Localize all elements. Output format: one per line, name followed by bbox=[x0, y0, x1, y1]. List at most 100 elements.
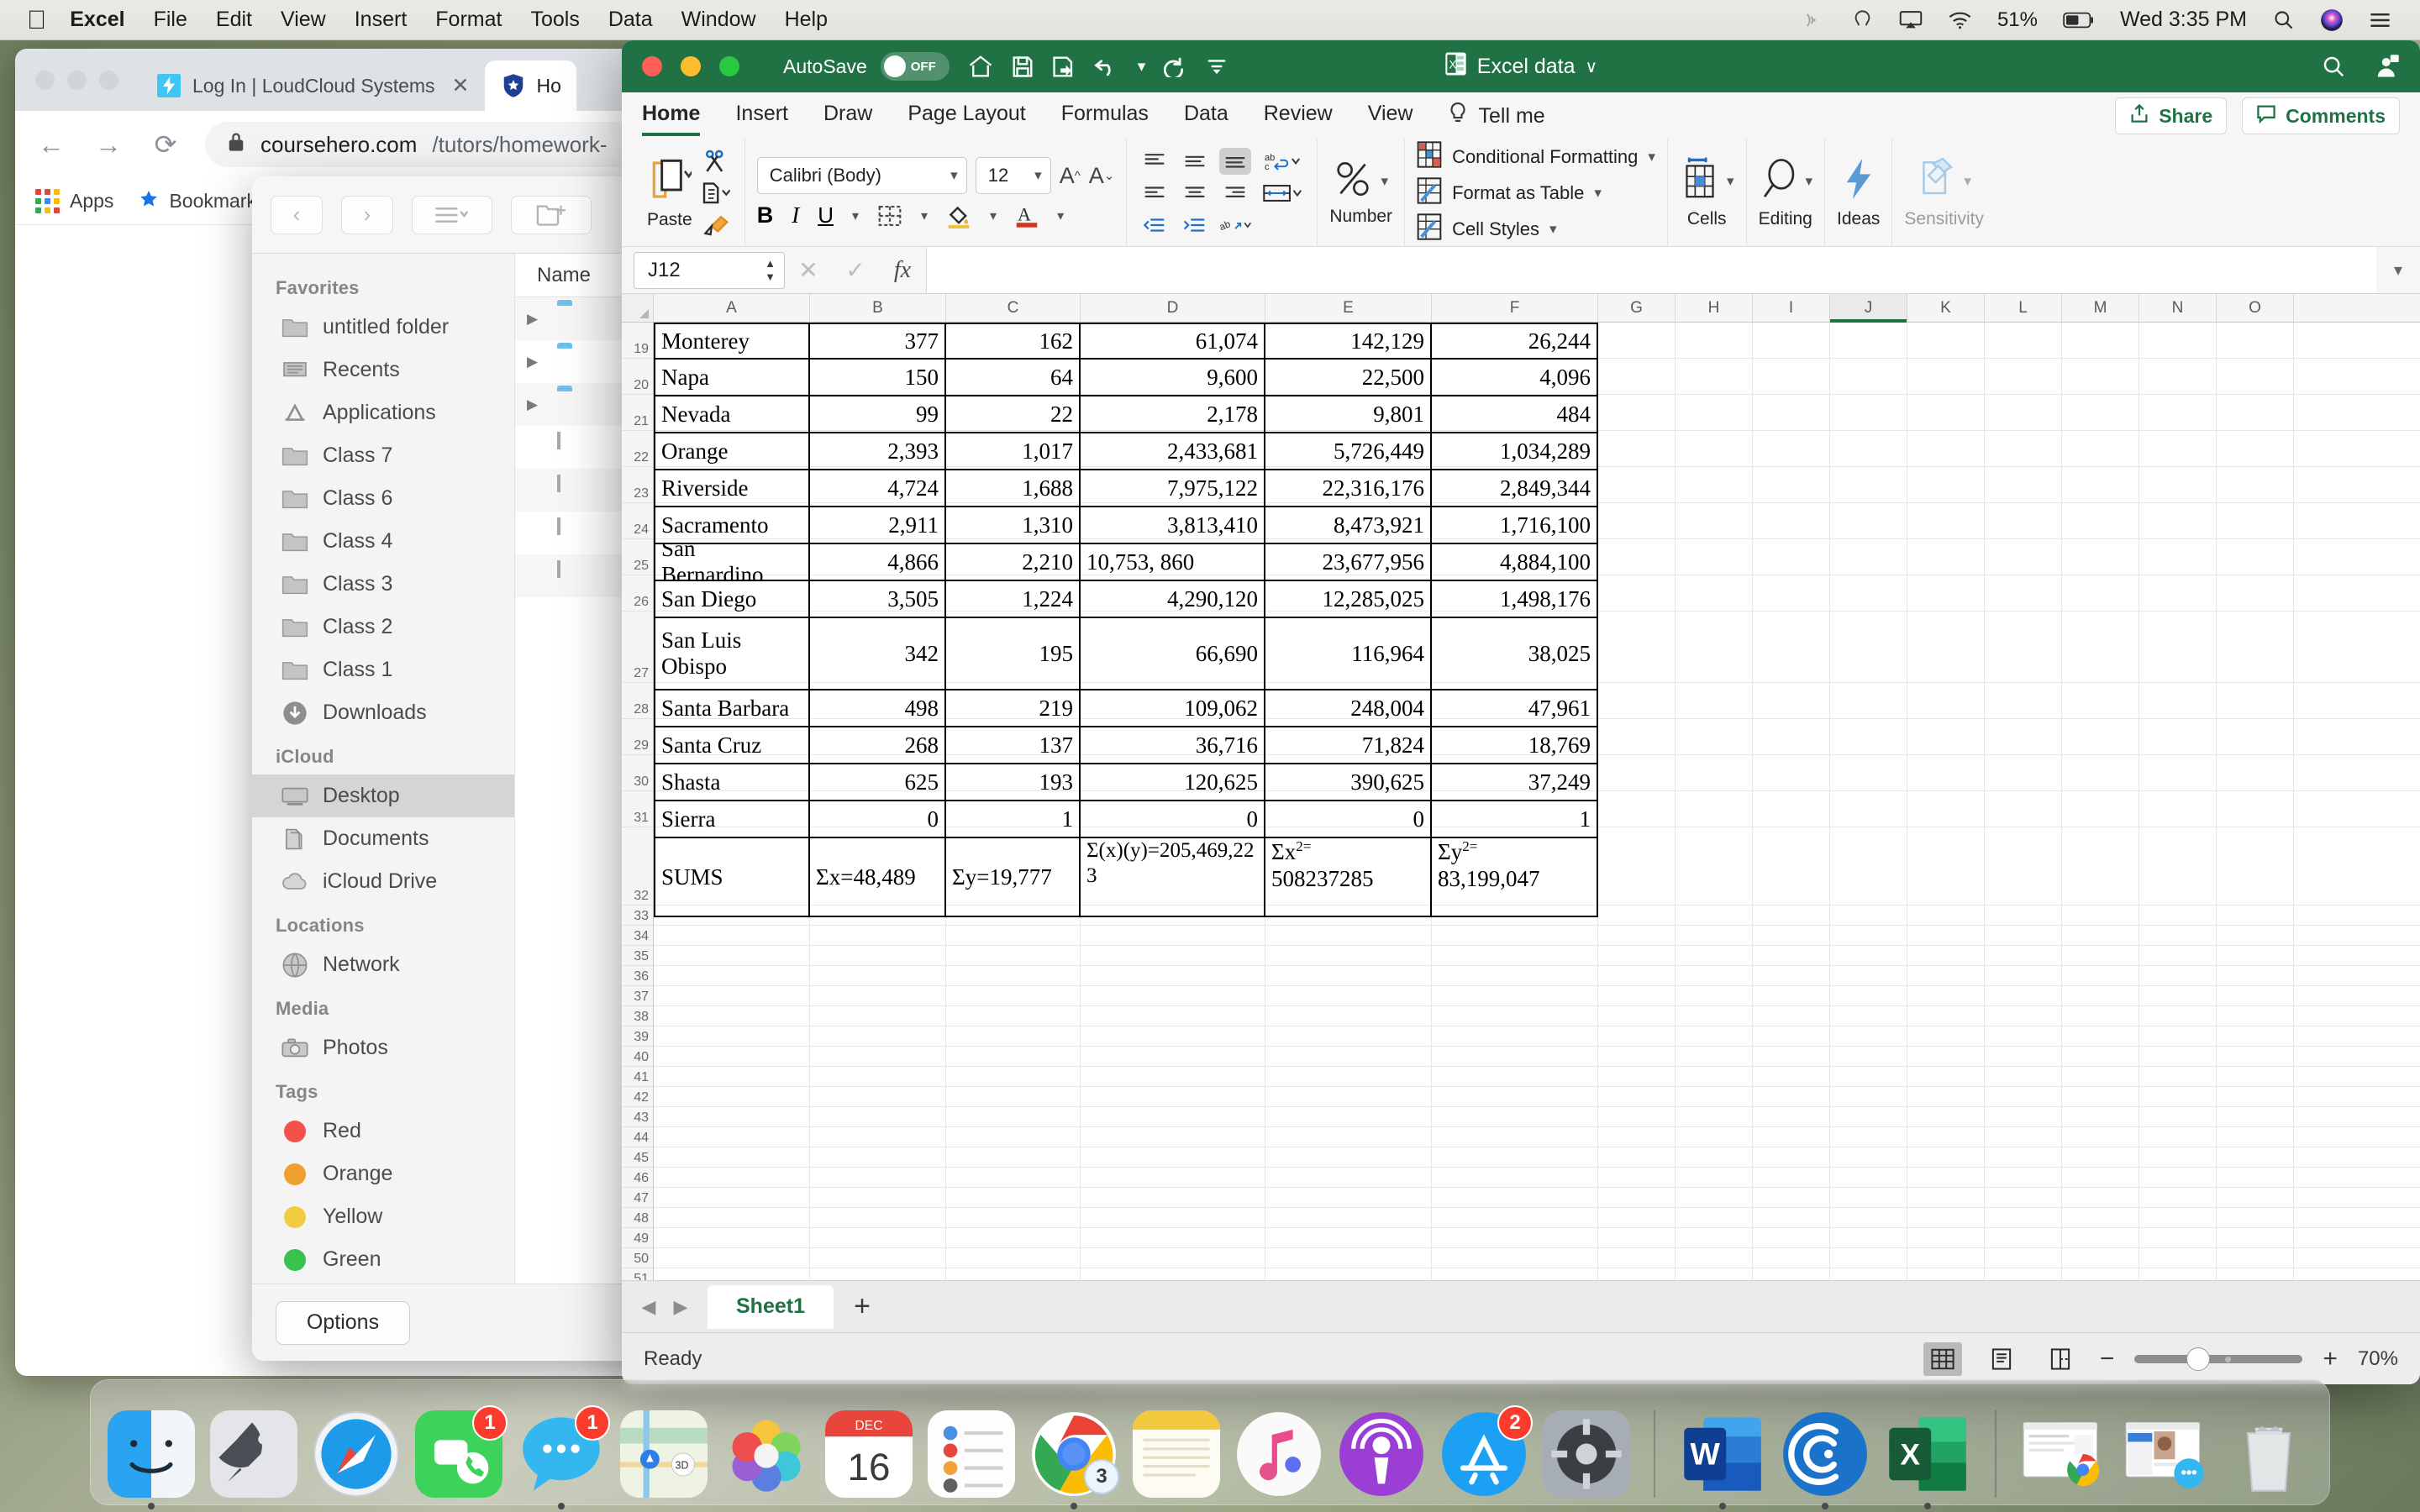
row-header-40[interactable]: 40 bbox=[622, 1047, 653, 1067]
cell-G28[interactable] bbox=[1598, 683, 1676, 718]
cell-I21[interactable] bbox=[1753, 395, 1830, 430]
data-cell-B30[interactable]: 625 bbox=[810, 764, 946, 801]
row-header-22[interactable]: 22 bbox=[622, 431, 653, 467]
cell-A38[interactable] bbox=[654, 1006, 810, 1026]
cell-M30[interactable] bbox=[2062, 755, 2139, 790]
cell-J45[interactable] bbox=[1830, 1147, 1907, 1167]
sums-row[interactable]: SUMS Σx=48,489 Σy=19,777 Σ(x)(y)=205,469,22… bbox=[654, 838, 1598, 917]
battery-icon[interactable] bbox=[2063, 11, 2095, 29]
data-cell-C28[interactable]: 219 bbox=[946, 690, 1081, 727]
cell-L50[interactable] bbox=[1985, 1248, 2062, 1268]
cell-E37[interactable] bbox=[1265, 986, 1432, 1005]
cell-E43[interactable] bbox=[1265, 1107, 1432, 1126]
cell-J39[interactable] bbox=[1830, 1026, 1907, 1046]
cell-D51[interactable] bbox=[1081, 1268, 1265, 1280]
data-cell-E26[interactable]: 12,285,025 bbox=[1265, 581, 1432, 618]
sidebar-item-untitled-folder[interactable]: untitled folder bbox=[252, 306, 514, 349]
cell-C44[interactable] bbox=[946, 1127, 1081, 1147]
cells-button[interactable]: ▾ Cells bbox=[1680, 156, 1734, 229]
cell-I41[interactable] bbox=[1753, 1067, 1830, 1086]
cell-H46[interactable] bbox=[1676, 1168, 1753, 1187]
data-table-row[interactable]: Napa 150 64 9,600 22,500 4,096 bbox=[654, 360, 1598, 396]
cell-D43[interactable] bbox=[1081, 1107, 1265, 1126]
cell-I29[interactable] bbox=[1753, 719, 1830, 754]
align-center-icon[interactable] bbox=[1179, 180, 1211, 207]
dock-item-safari[interactable] bbox=[311, 1407, 402, 1498]
data-cell-B28[interactable]: 498 bbox=[810, 690, 946, 727]
cell-F46[interactable] bbox=[1432, 1168, 1598, 1187]
cell-N21[interactable] bbox=[2139, 395, 2217, 430]
cell-N28[interactable] bbox=[2139, 683, 2217, 718]
control-center-icon[interactable] bbox=[1802, 8, 1826, 32]
paste-button[interactable]: Paste bbox=[647, 156, 693, 230]
cell-L46[interactable] bbox=[1985, 1168, 2062, 1187]
cell-M26[interactable] bbox=[2062, 575, 2139, 611]
cell-J33[interactable] bbox=[1830, 906, 1907, 925]
data-cell-B22[interactable]: 2,393 bbox=[810, 433, 946, 470]
cell-M31[interactable] bbox=[2062, 791, 2139, 827]
cell-F40[interactable] bbox=[1432, 1047, 1598, 1066]
dock-item-launchpad[interactable] bbox=[208, 1407, 299, 1498]
row-header-46[interactable]: 46 bbox=[622, 1168, 653, 1188]
cell-I36[interactable] bbox=[1753, 966, 1830, 985]
data-cell-B20[interactable]: 150 bbox=[810, 360, 946, 396]
cell-O47[interactable] bbox=[2217, 1188, 2294, 1207]
cell-J32[interactable] bbox=[1830, 827, 1907, 905]
cell-C41[interactable] bbox=[946, 1067, 1081, 1086]
data-cell-A28[interactable]: Santa Barbara bbox=[654, 690, 810, 727]
cell-L29[interactable] bbox=[1985, 719, 2062, 754]
cell-M23[interactable] bbox=[2062, 467, 2139, 502]
customize-toolbar-icon[interactable] bbox=[1206, 56, 1228, 76]
column-header-B[interactable]: B bbox=[810, 294, 946, 322]
data-cell-E21[interactable]: 9,801 bbox=[1265, 396, 1432, 433]
cell-E42[interactable] bbox=[1265, 1087, 1432, 1106]
cell-K31[interactable] bbox=[1907, 791, 1985, 827]
cell-B51[interactable] bbox=[810, 1268, 946, 1280]
cell-O45[interactable] bbox=[2217, 1147, 2294, 1167]
cell-B48[interactable] bbox=[810, 1208, 946, 1227]
cell-J23[interactable] bbox=[1830, 467, 1907, 502]
data-cell-C24[interactable]: 1,310 bbox=[946, 507, 1081, 544]
data-cell-A31[interactable]: Sierra bbox=[654, 801, 810, 838]
cell-A42[interactable] bbox=[654, 1087, 810, 1106]
cell-O51[interactable] bbox=[2217, 1268, 2294, 1280]
cell-N20[interactable] bbox=[2139, 359, 2217, 394]
cell-K25[interactable] bbox=[1907, 539, 1985, 575]
cell-G46[interactable] bbox=[1598, 1168, 1676, 1187]
borders-icon[interactable] bbox=[877, 204, 902, 228]
row-header-30[interactable]: 30 bbox=[622, 755, 653, 791]
cell-A44[interactable] bbox=[654, 1127, 810, 1147]
cell-L43[interactable] bbox=[1985, 1107, 2062, 1126]
sum-y-cell[interactable]: Σy=19,777 bbox=[946, 838, 1081, 917]
cell-G40[interactable] bbox=[1598, 1047, 1676, 1066]
account-icon[interactable] bbox=[2375, 54, 2400, 79]
cell-B50[interactable] bbox=[810, 1248, 946, 1268]
row-header-47[interactable]: 47 bbox=[622, 1188, 653, 1208]
cell-C48[interactable] bbox=[946, 1208, 1081, 1227]
cell-J30[interactable] bbox=[1830, 755, 1907, 790]
data-table-row[interactable]: San Bernardino 4,866 2,210 10,753, 860 23,67… bbox=[654, 544, 1598, 581]
row-header-41[interactable]: 41 bbox=[622, 1067, 653, 1087]
cell-O22[interactable] bbox=[2217, 431, 2294, 466]
cell-D35[interactable] bbox=[1081, 946, 1265, 965]
dock-item-app-store[interactable]: 2 bbox=[1439, 1405, 1533, 1498]
search-icon[interactable] bbox=[2321, 54, 2346, 79]
cell-H40[interactable] bbox=[1676, 1047, 1753, 1066]
browser-tab-loudcloud[interactable]: Log In | LoudCloud Systems ✕ bbox=[140, 60, 485, 111]
sidebar-item-orange[interactable]: Orange bbox=[252, 1152, 514, 1195]
cell-D45[interactable] bbox=[1081, 1147, 1265, 1167]
cell-N36[interactable] bbox=[2139, 966, 2217, 985]
cell-L27[interactable] bbox=[1985, 612, 2062, 682]
cell-G23[interactable] bbox=[1598, 467, 1676, 502]
cell-F48[interactable] bbox=[1432, 1208, 1598, 1227]
cell-C45[interactable] bbox=[946, 1147, 1081, 1167]
data-cell-D22[interactable]: 2,433,681 bbox=[1081, 433, 1265, 470]
row-header-29[interactable]: 29 bbox=[622, 719, 653, 755]
cell-O32[interactable] bbox=[2217, 827, 2294, 905]
sheet-tab-sheet1[interactable]: Sheet1 bbox=[708, 1284, 834, 1329]
cell-O28[interactable] bbox=[2217, 683, 2294, 718]
cell-E48[interactable] bbox=[1265, 1208, 1432, 1227]
align-bottom-icon[interactable] bbox=[1219, 147, 1252, 175]
chevron-down-icon[interactable]: ▾ bbox=[1806, 173, 1813, 190]
bold-button[interactable]: B bbox=[757, 202, 774, 228]
